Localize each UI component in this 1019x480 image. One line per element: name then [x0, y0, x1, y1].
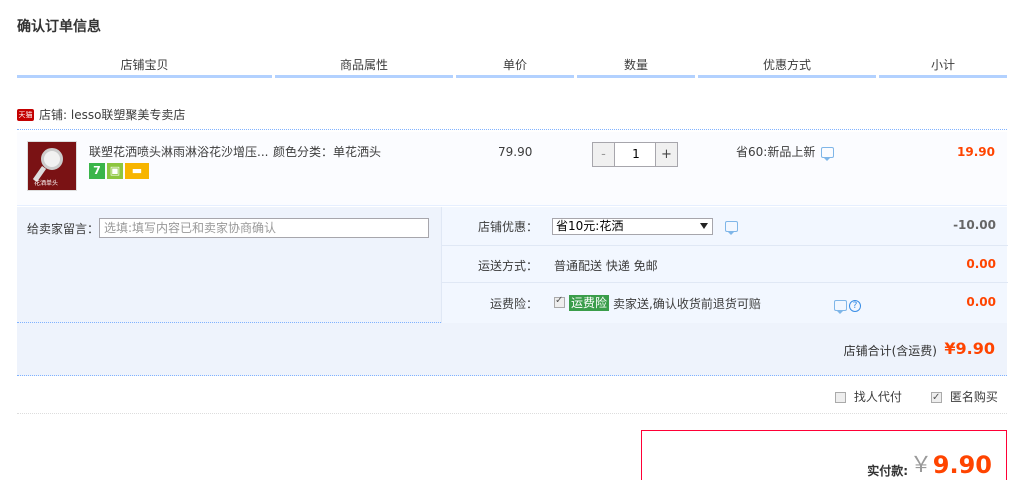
proxy-pay-label[interactable]: 找人代付 — [854, 390, 902, 404]
shop-total-amount: ¥9.90 — [944, 339, 995, 358]
shop-discount-select[interactable]: 省10元:花洒 — [552, 218, 713, 235]
shop-name-link[interactable]: 店铺: lesso联塑聚美专卖店 — [39, 106, 185, 124]
quantity-stepper: - 1 + — [592, 142, 678, 167]
insurance-checkbox[interactable] — [554, 295, 565, 308]
shop-discount-selected: 省10元:花洒 — [556, 219, 624, 233]
payment-summary-box: 实付款: ￥ 9.90 — [641, 430, 1007, 480]
service-icons: 7 ▣ ▬ — [89, 163, 151, 181]
seller-message-input[interactable] — [99, 218, 429, 238]
shipping-amount: 0.00 — [966, 257, 996, 271]
item-subtotal: 19.90 — [957, 145, 995, 159]
insurance-label: 运费险： — [489, 297, 538, 311]
anonymous-label[interactable]: 匿名购买 — [950, 390, 998, 404]
payment-label: 实付款: — [867, 464, 908, 478]
insurance-amount: 0.00 — [966, 295, 996, 309]
column-header: 店铺宝贝 商品属性 单价 数量 优惠方式 小计 — [17, 56, 1007, 80]
column-attributes: 商品属性 — [275, 56, 453, 78]
shipping-row: 运送方式： 普通配送 快递 免邮 0.00 — [442, 245, 1008, 283]
proxy-pay-checkbox[interactable] — [835, 392, 846, 403]
shop-discount-row: 店铺优惠： 省10元:花洒 -10.00 — [442, 207, 1008, 245]
tmall-badge-icon: 天猫 — [17, 109, 34, 121]
shop-header: 天猫 店铺: lesso联塑聚美专卖店 — [17, 106, 1007, 130]
proxy-pay-option[interactable]: 找人代付 — [835, 389, 902, 405]
seller-message-label: 给卖家留言： — [27, 222, 100, 236]
shop-total-row: 店铺合计(含运费) ¥9.90 — [17, 323, 1007, 376]
insurance-description: 卖家送,确认收货前退货可赔 — [613, 297, 761, 311]
order-options-panel: 给卖家留言： 店铺优惠： 省10元:花洒 -10.00 运送方式： 普通配送 快… — [17, 207, 1008, 323]
product-title-link[interactable]: 联塑花洒喷头淋雨淋浴花沙增压... — [89, 144, 271, 160]
shopping-bag-icon[interactable]: ▣ — [107, 163, 123, 179]
shop-discount-amount: -10.00 — [953, 218, 996, 232]
column-discount: 优惠方式 — [698, 56, 876, 78]
unit-price: 79.90 — [498, 145, 533, 159]
payment-amount: 9.90 — [932, 451, 992, 479]
help-icon[interactable]: ? — [849, 299, 861, 312]
insurance-icons: ? — [834, 298, 861, 314]
shipping-method: 普通配送 快递 免邮 — [554, 259, 658, 273]
seven-day-return-icon[interactable]: 7 — [89, 163, 105, 179]
order-detail-section: 店铺优惠： 省10元:花洒 -10.00 运送方式： 普通配送 快递 免邮 0.… — [441, 207, 1008, 323]
shipping-insurance-row: 运费险： 运费险 卖家送,确认收货前退货可赔 ? 0.00 — [442, 284, 1008, 322]
product-attribute: 颜色分类：单花洒头 — [273, 145, 382, 159]
column-shop-item: 店铺宝贝 — [17, 56, 272, 78]
column-subtotal: 小计 — [879, 56, 1007, 78]
quantity-decrease-button[interactable]: - — [593, 143, 615, 166]
shop-discount-label: 店铺优惠： — [477, 220, 538, 234]
anonymous-checkbox[interactable] — [931, 390, 942, 406]
page-title: 确认订单信息 — [17, 19, 101, 35]
seller-message-section: 给卖家留言： — [17, 207, 441, 323]
quantity-input[interactable]: 1 — [616, 143, 656, 166]
chevron-down-icon — [700, 223, 708, 229]
column-quantity: 数量 — [577, 56, 695, 78]
insurance-tag: 运费险 — [569, 295, 610, 311]
chat-icon[interactable] — [725, 221, 738, 235]
quantity-increase-button[interactable]: + — [655, 143, 677, 166]
shipping-label: 运送方式： — [477, 259, 538, 273]
promotion-text: 省60:新品上新 — [736, 145, 816, 159]
thumbnail-label: 花洒单头 — [34, 180, 59, 187]
payment-options-row: 找人代付 匿名购买 — [17, 384, 1007, 414]
order-item-row: 花洒单头 联塑花洒喷头淋雨淋浴花沙增压... 7 ▣ ▬ 颜色分类：单花洒头 79.… — [17, 132, 1007, 206]
credit-card-icon[interactable]: ▬ — [125, 163, 149, 179]
product-thumbnail[interactable]: 花洒单头 — [27, 141, 77, 191]
chat-icon[interactable] — [834, 300, 847, 314]
chat-icon[interactable] — [821, 147, 835, 161]
anonymous-option[interactable]: 匿名购买 — [931, 389, 998, 406]
column-unit-price: 单价 — [456, 56, 574, 78]
item-promotion: 省60:新品上新 — [736, 144, 835, 161]
shop-total-label: 店铺合计(含运费) — [843, 344, 937, 358]
currency-symbol: ￥ — [909, 453, 932, 478]
